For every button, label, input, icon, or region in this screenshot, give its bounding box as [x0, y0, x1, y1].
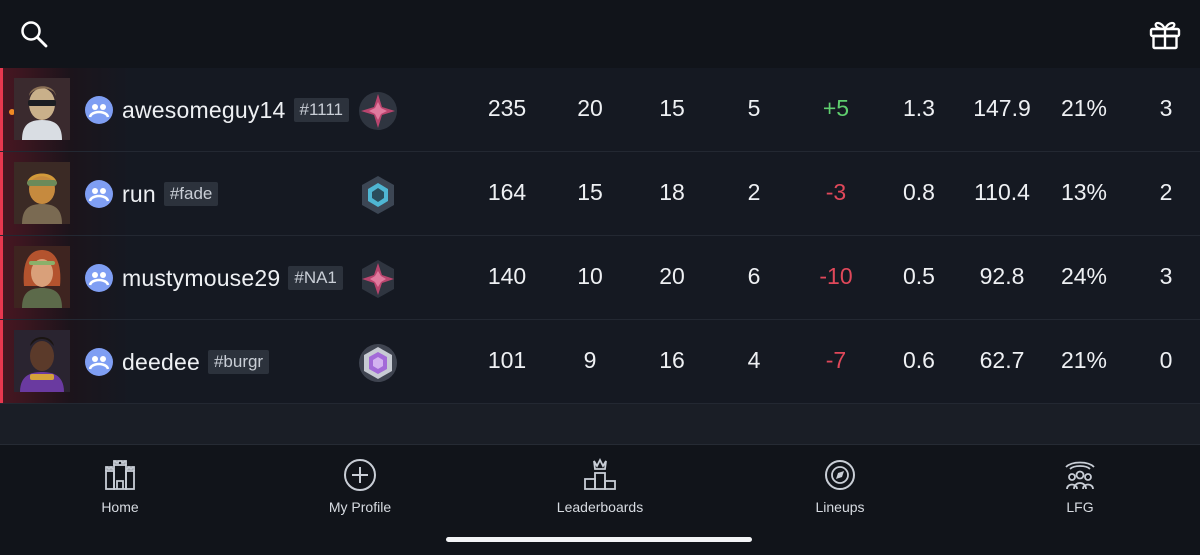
agent-avatar — [14, 162, 70, 224]
player-tag: #NA1 — [288, 266, 343, 290]
nav-home[interactable]: Home — [40, 457, 200, 515]
agent-avatar — [14, 246, 70, 308]
kills-value: 10 — [577, 263, 603, 289]
scoreboard: awesomeguy14 #1111 235 20 15 5 +5 1.3 14… — [0, 68, 1200, 404]
plus-minus-value: -7 — [825, 347, 847, 373]
hs-percent-value: 21% — [1060, 347, 1108, 373]
adr-value: 147.9 — [973, 95, 1031, 121]
discord-icon — [85, 348, 113, 376]
player-name: run — [122, 180, 156, 207]
nav-lineups[interactable]: Lineups — [760, 457, 920, 515]
plus-minus-value: -10 — [819, 263, 853, 289]
plus-circle-icon — [344, 459, 376, 491]
player-name-group[interactable]: run #fade — [122, 178, 219, 210]
compass-icon — [825, 460, 855, 490]
castle-icon — [105, 460, 135, 490]
deaths-value: 20 — [659, 263, 685, 289]
player-name: deedee — [122, 348, 200, 375]
player-name-group[interactable]: awesomeguy14 #1111 — [122, 94, 350, 126]
discord-icon — [85, 264, 113, 292]
table-row[interactable]: mustymouse29 #NA1 140 10 20 6 -10 0.5 92… — [0, 236, 1200, 320]
nav-lfg[interactable]: LFG — [1000, 457, 1160, 515]
discord-icon — [85, 180, 113, 208]
group-icon — [1065, 461, 1095, 490]
nav-my-profile[interactable]: My Profile — [280, 457, 440, 515]
nav-lineups-label: Lineups — [815, 499, 865, 515]
nav-home-label: Home — [101, 499, 139, 515]
hs-percent-value: 13% — [1060, 179, 1108, 205]
table-row[interactable]: run #fade 164 15 18 2 -3 0.8 110.4 13% 2 — [0, 152, 1200, 236]
adr-value: 110.4 — [974, 179, 1030, 205]
rank-icon — [359, 344, 397, 382]
plus-minus-value: -3 — [825, 179, 847, 205]
nav-leaderboards[interactable]: Leaderboards — [520, 457, 680, 515]
last-stat-value: 3 — [1159, 95, 1173, 121]
agent-avatar — [14, 330, 70, 392]
kills-value: 15 — [577, 179, 603, 205]
player-tag: #fade — [163, 182, 219, 206]
gift-icon[interactable] — [1148, 18, 1182, 50]
podium-icon — [584, 457, 616, 490]
hs-percent-value: 24% — [1060, 263, 1108, 289]
kd-value: 0.8 — [903, 179, 935, 205]
last-stat-value: 0 — [1159, 347, 1173, 373]
deaths-value: 18 — [659, 179, 685, 205]
home-indicator[interactable] — [446, 537, 752, 542]
last-stat-value: 2 — [1159, 179, 1173, 205]
player-name: awesomeguy14 — [122, 96, 286, 123]
rank-icon — [359, 92, 397, 130]
rank-icon — [362, 176, 394, 214]
last-stat-value: 3 — [1159, 263, 1173, 289]
score-value: 235 — [487, 95, 527, 121]
player-tag: #1111 — [293, 98, 350, 122]
adr-value: 92.8 — [979, 263, 1025, 289]
agent-avatar — [14, 78, 70, 140]
player-name-group[interactable]: mustymouse29 #NA1 — [122, 262, 343, 294]
nav-lfg-label: LFG — [1066, 499, 1094, 515]
kd-value: 0.6 — [903, 347, 935, 373]
score-value: 164 — [487, 179, 527, 205]
deaths-value: 16 — [659, 347, 685, 373]
top-bar — [0, 0, 1200, 68]
nav-my-profile-label: My Profile — [328, 499, 392, 515]
table-row[interactable]: deedee #burgr 101 9 16 4 -7 0.6 62.7 21%… — [0, 320, 1200, 404]
assists-value: 2 — [747, 179, 761, 205]
player-name-group[interactable]: deedee #burgr — [122, 346, 270, 378]
assists-value: 6 — [747, 263, 761, 289]
assists-value: 5 — [747, 95, 761, 121]
scoreboard-footer — [0, 404, 1200, 444]
deaths-value: 15 — [659, 95, 685, 121]
table-row[interactable]: awesomeguy14 #1111 235 20 15 5 +5 1.3 14… — [0, 68, 1200, 152]
player-name: mustymouse29 — [122, 264, 281, 291]
player-tag: #burgr — [207, 350, 270, 374]
kd-value: 1.3 — [903, 95, 935, 121]
rank-icon — [362, 260, 394, 298]
plus-minus-value: +5 — [822, 95, 850, 121]
nav-leaderboards-label: Leaderboards — [556, 499, 644, 515]
hs-percent-value: 21% — [1060, 95, 1108, 121]
assists-value: 4 — [747, 347, 761, 373]
kd-value: 0.5 — [903, 263, 935, 289]
kills-value: 9 — [583, 347, 597, 373]
adr-value: 62.7 — [979, 347, 1025, 373]
score-value: 140 — [487, 263, 527, 289]
score-value: 101 — [487, 347, 527, 373]
discord-icon — [85, 96, 113, 124]
search-icon[interactable] — [20, 20, 48, 48]
kills-value: 20 — [577, 95, 603, 121]
